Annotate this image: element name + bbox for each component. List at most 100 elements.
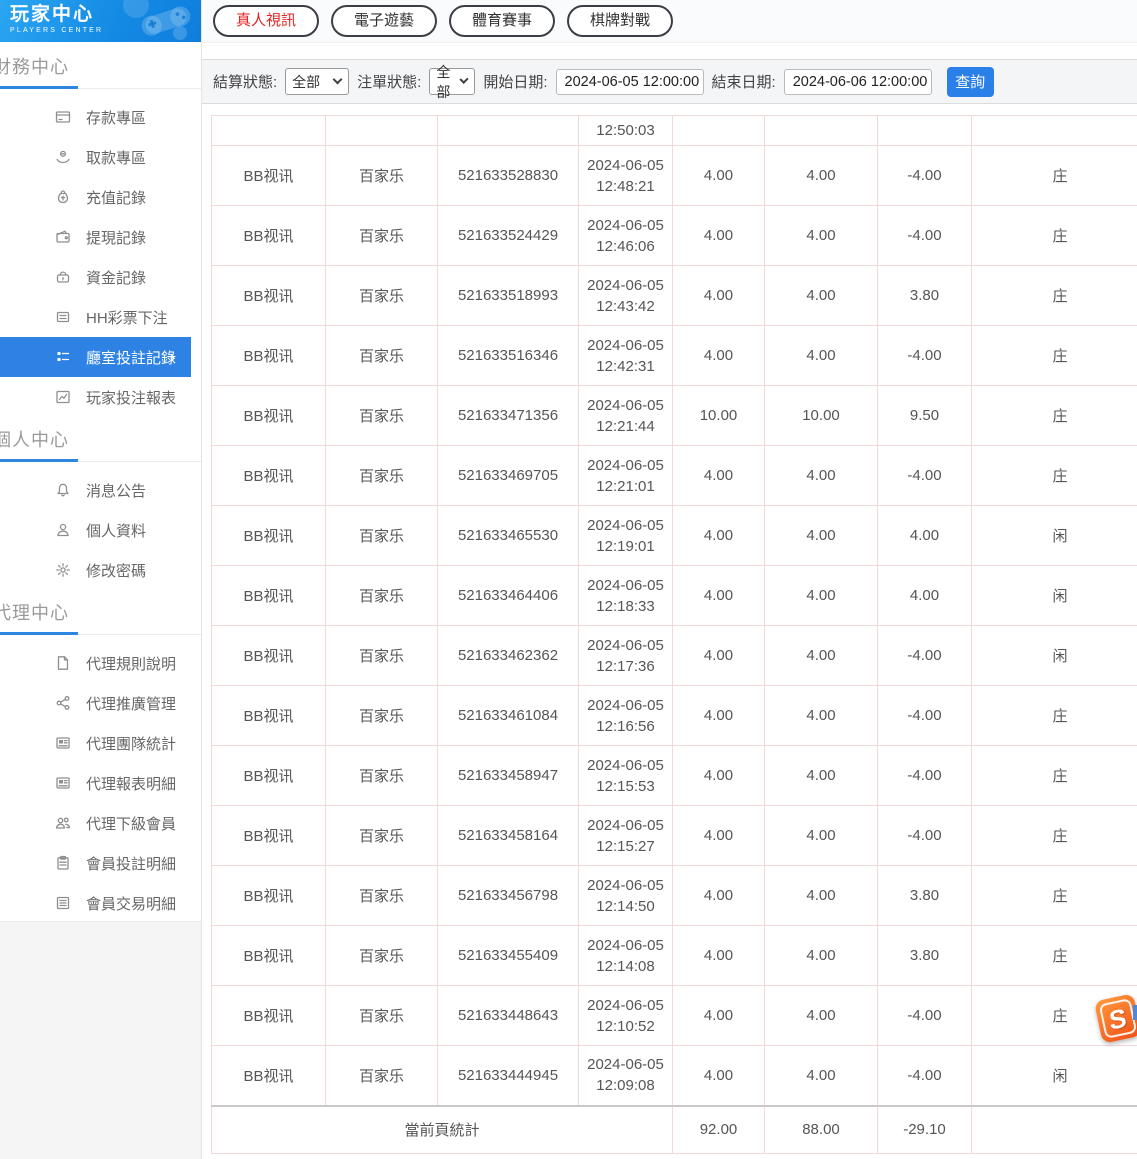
sidebar-item-agent-sub-members[interactable]: 代理下級會員 <box>0 803 201 843</box>
user-icon <box>55 522 71 538</box>
cell-date: 2024-06-0512:21:44 <box>579 386 673 446</box>
start-date-input[interactable] <box>556 69 704 95</box>
cell-bet-content: 庄 <box>972 746 1137 806</box>
cell-bet-amount: 4.00 <box>673 146 765 206</box>
cell-order-id <box>438 116 579 146</box>
tab-electronic-games[interactable]: 電子遊藝 <box>331 5 437 37</box>
sidebar-item-announcements[interactable]: 消息公告 <box>0 470 201 510</box>
cell-bet-amount: 10.00 <box>673 386 765 446</box>
cell-bet-amount: 4.00 <box>673 266 765 326</box>
cell-platform: BB视讯 <box>212 326 326 386</box>
tab-live-video[interactable]: 真人視訊 <box>213 5 319 37</box>
cell-order-id: 521633458947 <box>438 746 579 806</box>
sidebar-item-room-bet-record[interactable]: 廳室投註記錄 › <box>0 337 191 377</box>
sidebar-item-withdrawal-record[interactable]: 提現記錄 <box>0 217 201 257</box>
settle-status-select[interactable]: 全部 <box>285 68 349 95</box>
sidebar-item-member-trade-detail[interactable]: 會員交易明細 <box>0 883 201 923</box>
cell-order-id: 521633518993 <box>438 266 579 326</box>
settle-status-value: 全部 <box>292 72 320 92</box>
tab-sports[interactable]: 體育賽事 <box>449 5 555 37</box>
sidebar-item-deposit[interactable]: 存款專區 <box>0 97 201 137</box>
sidebar-item-recharge-record[interactable]: 充值記錄 <box>0 177 201 217</box>
search-button[interactable]: 查詢 <box>947 67 994 97</box>
table-row: BB视讯百家乐5216334554092024-06-0512:14:084.0… <box>212 926 1137 986</box>
cell-bet-content: 庄 <box>972 206 1137 266</box>
cell-game: 百家乐 <box>326 686 438 746</box>
sidebar-item-label: HH彩票下注 <box>86 307 168 328</box>
cell-order-id: 521633456798 <box>438 866 579 926</box>
cell-platform: BB视讯 <box>212 146 326 206</box>
sidebar-item-agent-report-detail[interactable]: 代理報表明細 <box>0 763 201 803</box>
sidebar-item-label: 玩家投注報表 <box>86 387 176 408</box>
sidebar-item-player-bet-report[interactable]: 玩家投注報表 <box>0 377 201 417</box>
cell-game: 百家乐 <box>326 386 438 446</box>
cell-bet-content: 闲 <box>972 626 1137 686</box>
cell-date: 2024-06-0512:48:21 <box>579 146 673 206</box>
cell-valid-amount: 4.00 <box>765 506 878 566</box>
sidebar-item-agent-team-stats[interactable]: 代理團隊統計 <box>0 723 201 763</box>
sidebar-item-label: 提現記錄 <box>86 227 146 248</box>
cell-valid-amount: 4.00 <box>765 986 878 1046</box>
cell-game: 百家乐 <box>326 506 438 566</box>
cell-platform: BB视讯 <box>212 386 326 446</box>
cell-win-loss: -4.00 <box>878 686 972 746</box>
sidebar-item-hh-lottery-bet[interactable]: HH彩票下注 <box>0 297 201 337</box>
list-bullet-icon <box>55 349 71 365</box>
sogou-ime-icon[interactable]: S <box>1094 993 1137 1043</box>
cell-bet-content: 庄 <box>972 326 1137 386</box>
sidebar-item-label: 取款專區 <box>86 147 146 168</box>
cell-bet-content: 庄 <box>972 386 1137 446</box>
sidebar-item-change-password[interactable]: 修改密碼 <box>0 550 201 590</box>
cell-bet-amount: 4.00 <box>673 626 765 686</box>
order-status-select[interactable]: 全部 <box>429 68 475 95</box>
cell-bet-content: 庄 <box>972 146 1137 206</box>
table-row: BB视讯百家乐5216334589472024-06-0512:15:534.0… <box>212 746 1137 806</box>
cell-win-loss: 3.80 <box>878 266 972 326</box>
cell-valid-amount: 4.00 <box>765 446 878 506</box>
table-row-partial: 12:50:03 <box>212 116 1137 146</box>
sidebar-item-funds-record[interactable]: 資金記錄 <box>0 257 201 297</box>
cell-bet-amount: 4.00 <box>673 986 765 1046</box>
end-date-input[interactable] <box>784 69 932 95</box>
cell-order-id: 521633464406 <box>438 566 579 626</box>
cell-order-id: 521633469705 <box>438 446 579 506</box>
cell-bet-content: 庄 <box>972 866 1137 926</box>
cell-date: 2024-06-0512:19:01 <box>579 506 673 566</box>
cell-date: 2024-06-0512:15:27 <box>579 806 673 866</box>
sidebar-section: 個人中心 消息公告 個人資料 修改密碼 <box>0 417 201 590</box>
cell-win-loss: -4.00 <box>878 746 972 806</box>
order-status-value: 全部 <box>436 62 461 102</box>
cell-valid-amount: 4.00 <box>765 686 878 746</box>
sidebar-item-label: 代理團隊統計 <box>86 733 176 754</box>
app-logo: 玩家中心 PLAYERS CENTER <box>0 0 201 42</box>
cell-bet-time: 12:50:03 <box>579 116 673 146</box>
sidebar-item-label: 消息公告 <box>86 480 146 501</box>
table-summary-row: 當前頁統計 92.00 88.00 -29.10 <box>212 1106 1137 1154</box>
cell-date: 2024-06-0512:14:50 <box>579 866 673 926</box>
cell-win-loss: -4.00 <box>878 206 972 266</box>
cell-bet-amount: 4.00 <box>673 746 765 806</box>
cell-date: 2024-06-0512:10:52 <box>579 986 673 1046</box>
cell-valid-amount: 10.00 <box>765 386 878 446</box>
table-row: BB视讯百家乐5216334449452024-06-0512:09:084.0… <box>212 1046 1137 1106</box>
tab-board-games[interactable]: 棋牌對戰 <box>567 5 673 37</box>
sidebar-item-agent-promotion[interactable]: 代理推廣管理 <box>0 683 201 723</box>
cell-bet-content: 庄 <box>972 266 1137 326</box>
sidebar-section-underline <box>0 632 201 635</box>
table-row: BB视讯百家乐5216334581642024-06-0512:15:274.0… <box>212 806 1137 866</box>
cell-bet-amount: 4.00 <box>673 1046 765 1106</box>
cell-platform: BB视讯 <box>212 986 326 1046</box>
bet-records-table: 12:50:03 BB视讯百家乐5216335288302024-06-0512… <box>211 115 1137 1159</box>
sidebar-item-profile[interactable]: 個人資料 <box>0 510 201 550</box>
cell-bet-amount: 4.00 <box>673 446 765 506</box>
sidebar-item-agent-rules[interactable]: 代理規則說明 <box>0 643 201 683</box>
summary-bet-amount: 92.00 <box>673 1106 765 1154</box>
cell-platform: BB视讯 <box>212 566 326 626</box>
summary-valid-amount: 88.00 <box>765 1106 878 1154</box>
cell-win-loss: 9.50 <box>878 386 972 446</box>
sidebar-item-member-bet-detail[interactable]: 會員投註明細 <box>0 843 201 883</box>
cell-platform: BB视讯 <box>212 866 326 926</box>
sidebar-item-label: 會員投註明細 <box>86 853 176 874</box>
cell-bet-amount: 4.00 <box>673 866 765 926</box>
sidebar-item-withdraw[interactable]: 取款專區 <box>0 137 201 177</box>
